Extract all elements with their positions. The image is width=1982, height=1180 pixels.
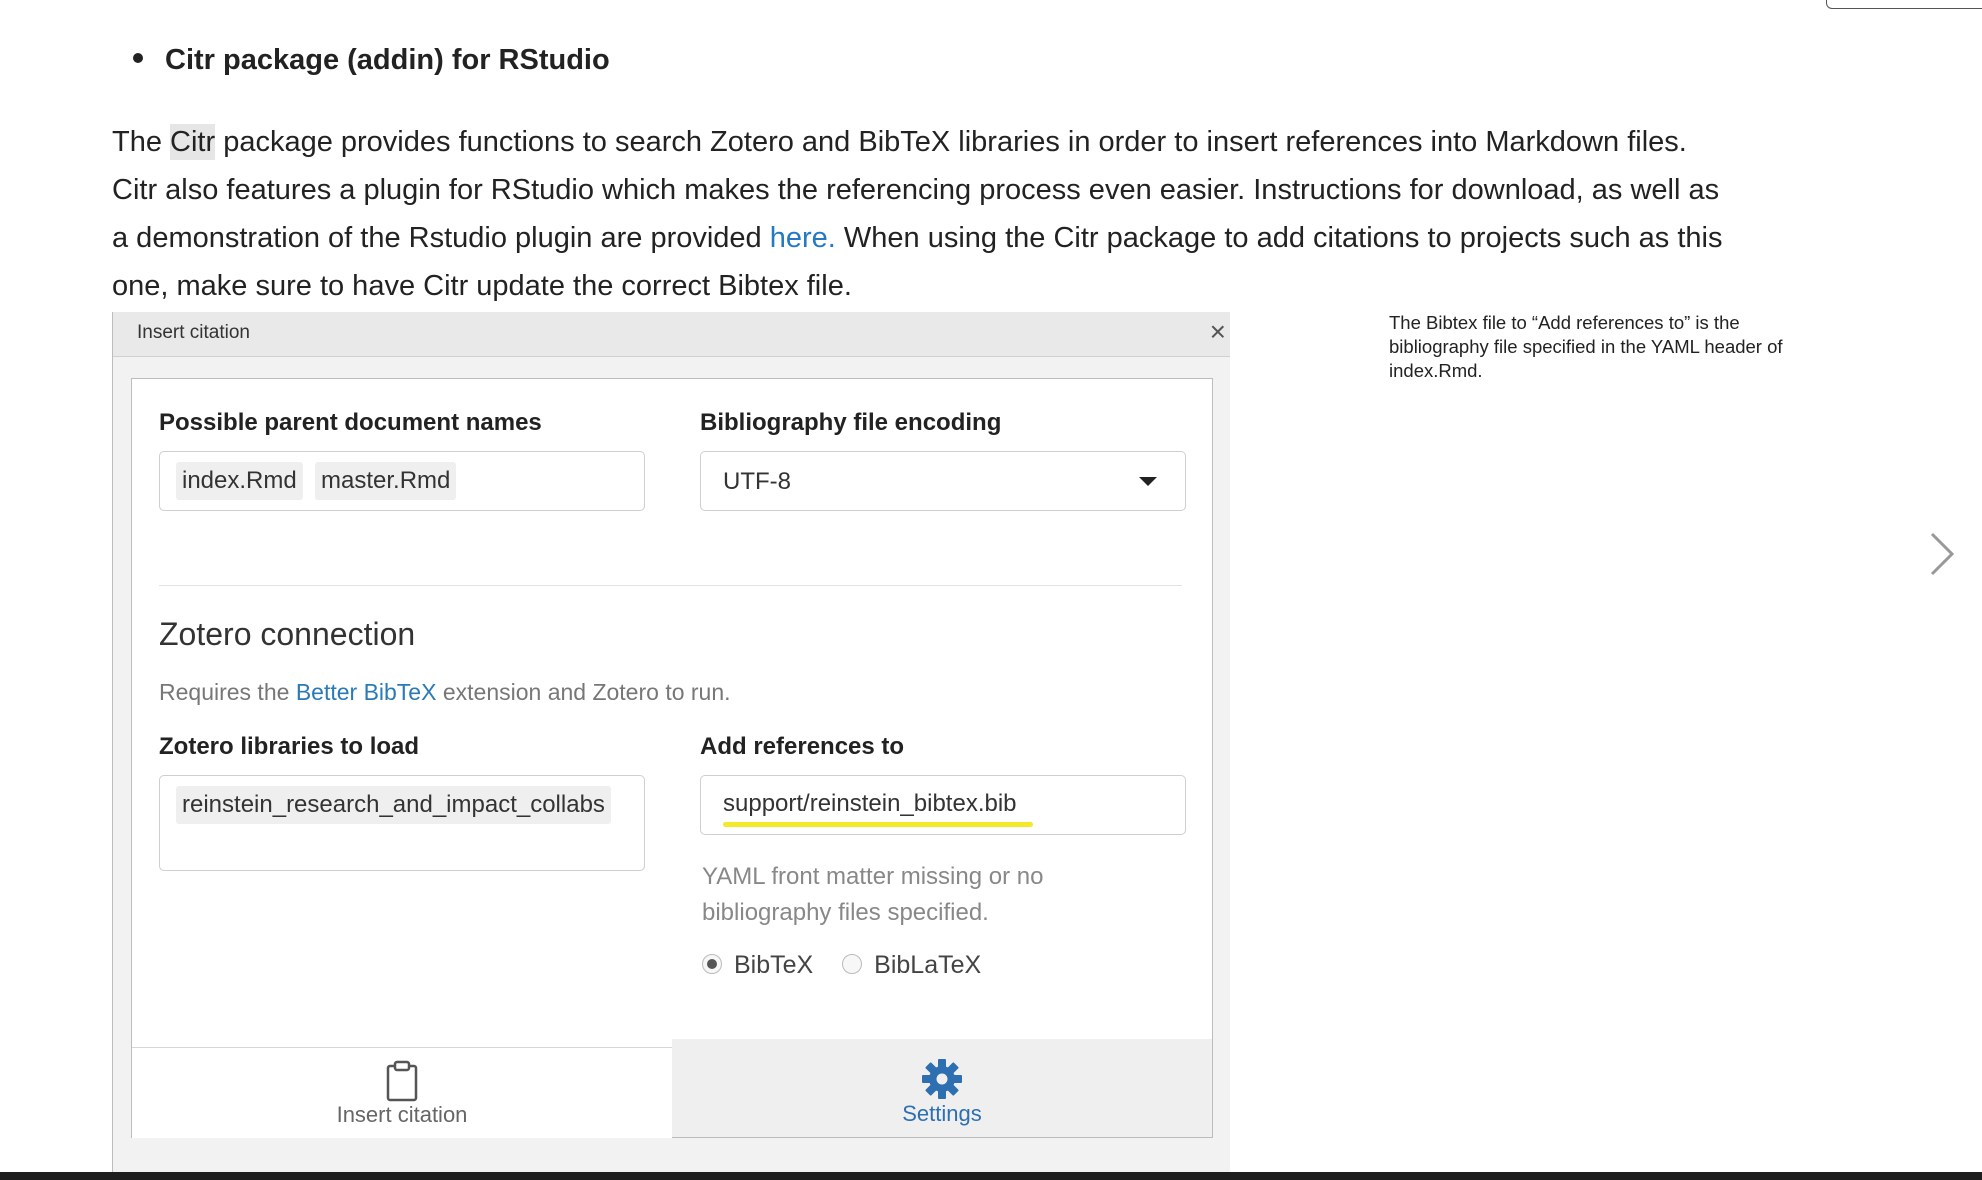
paragraph-line-1: The Citr package provides functions to s… bbox=[112, 118, 1812, 166]
chip-library[interactable]: reinstein_research_and_impact_collabs bbox=[176, 786, 611, 824]
radio-biblatex[interactable] bbox=[842, 954, 863, 975]
paragraph-line-4: one, make sure to have Citr update the c… bbox=[112, 270, 852, 302]
settings-panel: Possible parent document names index.Rmd… bbox=[131, 378, 1213, 1138]
bullet-heading-text: Citr package (addin) for RStudio bbox=[165, 44, 610, 76]
highlighted-word: Citr bbox=[170, 124, 216, 160]
insert-citation-dialog: Insert citation × Possible parent docume… bbox=[112, 312, 1230, 1172]
format-radio-group: BibTeX BibLaTeX bbox=[702, 951, 1003, 980]
encoding-select[interactable]: UTF-8 bbox=[700, 451, 1186, 511]
here-link[interactable]: here. bbox=[770, 222, 836, 254]
tab-settings-label: Settings bbox=[902, 1101, 982, 1126]
add-refs-value: support/reinstein_bibtex.bib bbox=[723, 790, 1017, 817]
better-bibtex-link[interactable]: Better BibTeX bbox=[296, 679, 437, 705]
margin-note: The Bibtex file to “Add references to” i… bbox=[1389, 312, 1783, 381]
zotero-section-title: Zotero connection bbox=[159, 616, 416, 652]
tab-settings[interactable]: Settings bbox=[672, 1039, 1212, 1137]
chevron-down-icon bbox=[1139, 477, 1157, 486]
desc-text: Requires the bbox=[159, 679, 296, 705]
parent-docs-input[interactable]: index.Rmd master.Rmd bbox=[159, 451, 645, 511]
encoding-value: UTF-8 bbox=[723, 468, 791, 495]
yaml-note: YAML front matter missing or no bibliogr… bbox=[702, 863, 1044, 926]
dialog-tabbar: Insert citation Settings bbox=[132, 1039, 1212, 1138]
paragraph-text: When using the Citr package to add citat… bbox=[835, 222, 1723, 254]
zotero-section-desc: Requires the Better BibTeX extension and… bbox=[159, 679, 731, 706]
top-right-frame bbox=[1826, 0, 1982, 9]
radio-bibtex-label[interactable]: BibTeX bbox=[734, 951, 813, 979]
highlight-underline bbox=[723, 822, 1033, 827]
chip-index-rmd[interactable]: index.Rmd bbox=[176, 462, 303, 500]
radio-biblatex-label[interactable]: BibLaTeX bbox=[874, 951, 981, 979]
clipboard-icon bbox=[385, 1060, 419, 1107]
gear-icon bbox=[920, 1057, 964, 1106]
tab-insert-citation-label: Insert citation bbox=[336, 1102, 468, 1127]
paragraph-text: a demonstration of the Rstudio plugin ar… bbox=[112, 222, 770, 254]
dialog-title: Insert citation bbox=[137, 322, 250, 343]
libraries-input[interactable]: reinstein_research_and_impact_collabs bbox=[159, 775, 645, 871]
chevron-right-icon[interactable] bbox=[1928, 530, 1956, 583]
chip-master-rmd[interactable]: master.Rmd bbox=[315, 462, 457, 500]
paragraph-line-2: Citr also features a plugin for RStudio … bbox=[112, 174, 1720, 206]
add-refs-input[interactable]: support/reinstein_bibtex.bib bbox=[700, 775, 1186, 835]
paragraph-text: The bbox=[112, 126, 171, 158]
radio-bibtex[interactable] bbox=[702, 954, 722, 975]
desc-text: extension and Zotero to run. bbox=[436, 679, 731, 705]
tab-insert-citation[interactable]: Insert citation bbox=[132, 1047, 672, 1138]
encoding-label: Bibliography file encoding bbox=[700, 409, 1002, 436]
section-divider bbox=[159, 585, 1182, 586]
paragraph-line-3: a demonstration of the Rstudio plugin ar… bbox=[112, 214, 1812, 262]
bottom-bar bbox=[0, 1172, 1982, 1180]
description-paragraph: The Citr package provides functions to s… bbox=[112, 118, 1812, 310]
libraries-label: Zotero libraries to load bbox=[159, 733, 420, 760]
dialog-titlebar: Insert citation × bbox=[113, 312, 1230, 357]
close-icon[interactable]: × bbox=[1210, 317, 1226, 347]
parent-docs-label: Possible parent document names bbox=[159, 409, 542, 436]
bullet-dot bbox=[133, 53, 143, 64]
bullet-heading: Citr package (addin) for RStudio bbox=[133, 44, 610, 77]
paragraph-text: package provides functions to search Zot… bbox=[215, 126, 1687, 158]
add-refs-label: Add references to bbox=[700, 733, 905, 760]
